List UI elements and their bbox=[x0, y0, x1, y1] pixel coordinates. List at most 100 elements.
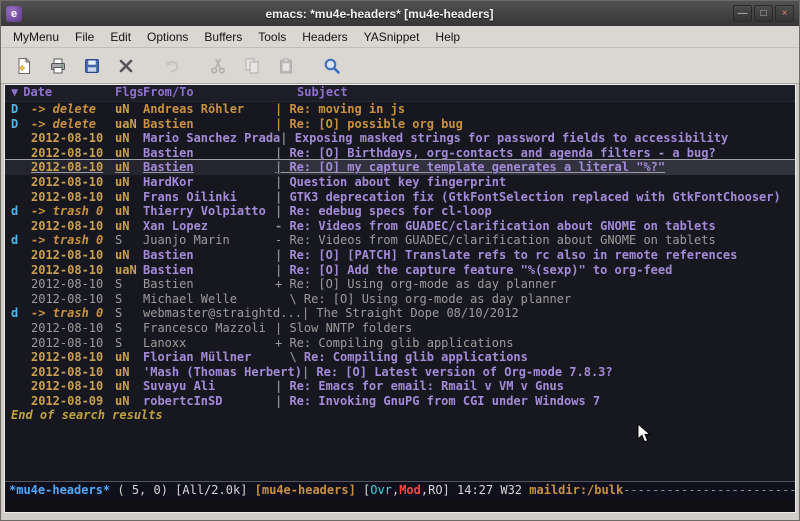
thread-separator: | bbox=[280, 131, 294, 146]
message-row[interactable]: 2012-08-10SLanoxx+ Re: Compiling glib ap… bbox=[5, 336, 795, 351]
minimize-button[interactable]: — bbox=[733, 5, 752, 22]
message-from: Bastien bbox=[143, 277, 275, 292]
tool-bar bbox=[1, 48, 799, 84]
toolbar-button-print[interactable] bbox=[41, 52, 75, 80]
message-from: Michael Welle bbox=[143, 292, 275, 307]
message-row-current[interactable]: 2012-08-10uNBastien| Re: [O] my capture … bbox=[5, 160, 795, 175]
modeline-segment: , bbox=[392, 483, 399, 498]
message-row[interactable]: 2012-08-10uNXan Lopez- Re: Videos from G… bbox=[5, 219, 795, 234]
menu-buffers[interactable]: Buffers bbox=[196, 28, 250, 46]
message-date: -> trash 0 bbox=[31, 306, 115, 321]
message-row[interactable]: 2012-08-10uNBastien| Re: [O] [PATCH] Tra… bbox=[5, 248, 795, 263]
thread-separator: | bbox=[275, 263, 289, 278]
menu-bar: MyMenuFileEditOptionsBuffersToolsHeaders… bbox=[1, 26, 799, 48]
column-header-subject[interactable]: Subject bbox=[275, 85, 348, 101]
message-row[interactable]: 2012-08-10SFrancesco Mazzoli| Slow NNTP … bbox=[5, 321, 795, 336]
menu-tools[interactable]: Tools bbox=[250, 28, 294, 46]
toolbar-button-search[interactable] bbox=[315, 52, 349, 80]
message-row[interactable]: 2012-08-10SMichael Welle \ Re: [O] Using… bbox=[5, 292, 795, 307]
message-date: 2012-08-10 bbox=[31, 277, 115, 292]
menu-options[interactable]: Options bbox=[139, 28, 196, 46]
column-header-date[interactable]: ▼Date bbox=[11, 85, 115, 101]
toolbar-button-close[interactable] bbox=[109, 52, 143, 80]
message-from: Mario Sanchez Prada bbox=[143, 131, 280, 146]
message-flags: S bbox=[115, 292, 143, 307]
thread-separator: | bbox=[275, 146, 289, 161]
toolbar-button-copy[interactable] bbox=[235, 52, 269, 80]
menu-headers[interactable]: Headers bbox=[294, 28, 355, 46]
message-row[interactable]: d-> trash 0SJuanjo Marin- Re: Videos fro… bbox=[5, 233, 795, 248]
message-mark: D bbox=[11, 102, 31, 117]
sort-desc-icon: ▼ bbox=[11, 85, 18, 99]
thread-separator: | bbox=[275, 102, 289, 117]
message-from: Frans Oilinki bbox=[143, 190, 275, 205]
thread-separator: | bbox=[275, 190, 289, 205]
message-row[interactable]: 2012-08-09uNrobertcInSD| Re: Invoking Gn… bbox=[5, 394, 795, 409]
message-date: -> delete bbox=[31, 117, 115, 132]
thread-separator: | bbox=[302, 365, 316, 380]
message-mark: D bbox=[11, 117, 31, 132]
message-row[interactable]: d-> trash 0uNThierry Volpiatto| Re: edeb… bbox=[5, 204, 795, 219]
message-row[interactable]: 2012-08-10SBastien+ Re: [O] Using org-mo… bbox=[5, 277, 795, 292]
message-row[interactable]: 2012-08-10uNBastien| Re: [O] Birthdays, … bbox=[5, 146, 795, 161]
message-row[interactable]: 2012-08-10uNSuvayu Ali| Re: Emacs for em… bbox=[5, 379, 795, 394]
message-row[interactable]: 2012-08-10uNMario Sanchez Prada| Exposin… bbox=[5, 131, 795, 146]
message-mark bbox=[11, 131, 31, 146]
message-from: Bastien bbox=[143, 160, 275, 175]
modeline-segment: ( 5, 0) [All/2.0k] bbox=[110, 483, 255, 498]
message-row[interactable]: 2012-08-10uaNBastien| Re: [O] Add the ca… bbox=[5, 263, 795, 278]
maximize-button[interactable]: □ bbox=[754, 5, 773, 22]
message-mark bbox=[11, 146, 31, 161]
thread-separator: | bbox=[275, 321, 289, 336]
toolbar-button-paste[interactable] bbox=[269, 52, 303, 80]
menu-file[interactable]: File bbox=[67, 28, 102, 46]
message-subject: Re: edebug specs for cl-loop bbox=[289, 204, 795, 219]
message-mark bbox=[11, 336, 31, 351]
toolbar-button-undo[interactable] bbox=[155, 52, 189, 80]
menu-help[interactable]: Help bbox=[427, 28, 468, 46]
message-from: HardKor bbox=[143, 175, 275, 190]
buffer-window: ▼Date Flgs From/To Subject D-> deleteuNA… bbox=[4, 84, 796, 513]
message-mark bbox=[11, 350, 31, 365]
message-date: 2012-08-10 bbox=[31, 160, 115, 175]
message-row[interactable]: D-> deleteuNAndreas Röhler| Re: moving i… bbox=[5, 102, 795, 117]
message-row[interactable]: 2012-08-10uN'Mash (Thomas Herbert)| Re: … bbox=[5, 365, 795, 380]
echo-area[interactable] bbox=[5, 499, 795, 512]
message-row[interactable]: 2012-08-10uNFrans Oilinki| GTK3 deprecat… bbox=[5, 190, 795, 205]
message-row[interactable]: D-> deleteuaNBastien| Re: [O] possible o… bbox=[5, 117, 795, 132]
column-header-from[interactable]: From/To bbox=[143, 85, 275, 101]
thread-separator: | bbox=[275, 117, 289, 132]
toolbar-separator bbox=[189, 54, 201, 78]
modeline-segment: maildir:/bulk bbox=[529, 483, 623, 498]
header-line: ▼Date Flgs From/To Subject bbox=[5, 85, 795, 102]
message-date: 2012-08-10 bbox=[31, 350, 115, 365]
message-row[interactable]: d-> trash 0Swebmaster@straightd...| The … bbox=[5, 306, 795, 321]
menu-yasnippet[interactable]: YASnippet bbox=[356, 28, 428, 46]
message-row[interactable]: 2012-08-10uNHardKor| Question about key … bbox=[5, 175, 795, 190]
toolbar-button-new-file[interactable] bbox=[7, 52, 41, 80]
window-title: emacs: *mu4e-headers* [mu4e-headers] bbox=[26, 7, 733, 21]
message-row[interactable]: 2012-08-10uNFlorian Müllner \ Re: Compil… bbox=[5, 350, 795, 365]
toolbar-button-save[interactable] bbox=[75, 52, 109, 80]
paste-icon bbox=[276, 56, 296, 76]
close-button[interactable]: × bbox=[775, 5, 794, 22]
message-date: 2012-08-10 bbox=[31, 146, 115, 161]
menu-edit[interactable]: Edit bbox=[102, 28, 139, 46]
message-date: 2012-08-10 bbox=[31, 175, 115, 190]
thread-separator: | bbox=[275, 175, 289, 190]
thread-separator: | bbox=[275, 204, 289, 219]
message-subject: Re: moving in js bbox=[289, 102, 795, 117]
frame: ▼Date Flgs From/To Subject D-> deleteuNA… bbox=[1, 84, 799, 520]
end-of-results-marker: End of search results bbox=[5, 408, 795, 423]
message-flags: S bbox=[115, 233, 143, 248]
toolbar-button-cut[interactable] bbox=[201, 52, 235, 80]
column-header-flags[interactable]: Flgs bbox=[115, 85, 143, 101]
message-flags: uN bbox=[115, 160, 143, 175]
toolbar-separator bbox=[303, 54, 315, 78]
message-date: 2012-08-10 bbox=[31, 219, 115, 234]
message-mark bbox=[11, 160, 31, 175]
message-date: -> trash 0 bbox=[31, 204, 115, 219]
menu-mymenu[interactable]: MyMenu bbox=[5, 28, 67, 46]
message-mark bbox=[11, 365, 31, 380]
message-subject: Slow NNTP folders bbox=[289, 321, 795, 336]
